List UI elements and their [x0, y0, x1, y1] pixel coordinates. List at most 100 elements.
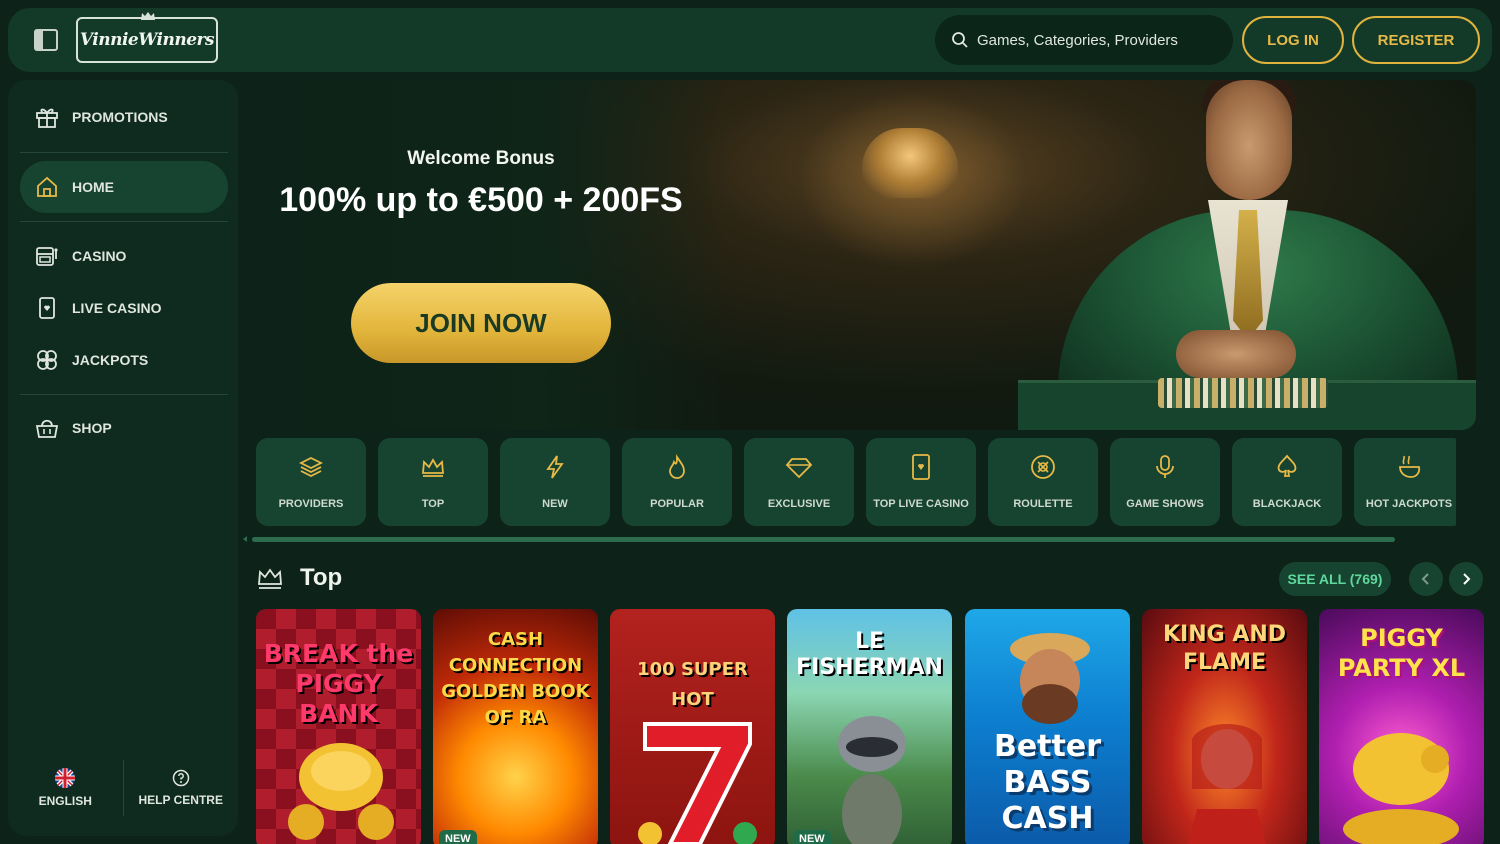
language-selector[interactable]: ENGLISH — [8, 740, 123, 836]
next-arrow-button[interactable] — [1449, 562, 1483, 596]
flame-icon — [663, 453, 691, 481]
gift-icon — [34, 104, 60, 130]
sidebar-item-casino[interactable]: CASINO — [20, 230, 228, 282]
slot-machine-icon — [34, 243, 60, 269]
game-title: PIGGY PARTY XL — [1337, 624, 1466, 682]
roulette-icon — [1029, 453, 1057, 481]
join-now-button[interactable]: JOIN NOW — [351, 283, 611, 363]
sidebar-footer: ENGLISH HELP CENTRE — [8, 740, 238, 836]
lamp-image — [862, 128, 958, 198]
lightning-icon — [541, 453, 569, 481]
category-label: BLACKJACK — [1252, 497, 1322, 510]
hero-subtitle: Welcome Bonus — [407, 148, 555, 169]
category-popular[interactable]: POPULAR — [622, 438, 732, 526]
clover-icon — [34, 347, 60, 373]
crown-icon — [258, 568, 282, 589]
scroll-left-arrow[interactable] — [243, 536, 247, 542]
game-title: Better BASS CASH — [993, 729, 1102, 836]
chevron-left-icon — [1421, 573, 1429, 585]
dealer-head — [1206, 80, 1292, 200]
game-tile[interactable]: 100 SUPER HOT — [610, 609, 775, 844]
game-title: 100 SUPER HOT — [637, 659, 748, 710]
sidebar-item-promotions[interactable]: PROMOTIONS — [20, 91, 228, 143]
site-logo[interactable]: VinnieWinners — [76, 12, 218, 63]
category-label: TOP LIVE CASINO — [873, 497, 969, 510]
category-strip: PROVIDERS TOP NEW POPULAR EXCLUSIVE TOP … — [256, 430, 1456, 530]
dealer-hands — [1176, 330, 1296, 378]
crown-icon — [419, 453, 447, 481]
category-scrollbar[interactable] — [252, 537, 1395, 542]
new-badge: NEW — [793, 830, 831, 844]
help-icon — [172, 769, 189, 787]
sidebar-item-label: LIVE CASINO — [72, 300, 162, 316]
microphone-icon — [1151, 453, 1179, 481]
category-blackjack[interactable]: BLACKJACK — [1232, 438, 1342, 526]
divider — [20, 152, 228, 153]
card-icon — [34, 295, 60, 321]
sidebar: PROMOTIONS HOME CASINO LIVE CASINO JACKP… — [8, 80, 238, 836]
help-centre-link[interactable]: HELP CENTRE — [124, 740, 239, 836]
game-tile[interactable]: LE FISHERMAN NEW — [787, 609, 952, 844]
game-tile[interactable]: KING AND FLAME — [1142, 609, 1307, 844]
search-box[interactable] — [935, 15, 1233, 65]
top-header: VinnieWinners LOG IN REGISTER — [8, 8, 1492, 72]
piggy-bank-image — [1343, 733, 1459, 844]
section-title: Top — [300, 564, 343, 591]
game-title: KING AND FLAME — [1162, 622, 1287, 675]
search-input[interactable] — [977, 31, 1217, 49]
home-icon — [34, 174, 60, 200]
sidebar-item-label: CASINO — [72, 248, 127, 264]
game-tile[interactable]: Better BASS CASH — [965, 609, 1130, 844]
category-label: PROVIDERS — [278, 497, 344, 510]
login-button[interactable]: LOG IN — [1242, 16, 1344, 64]
category-label: NEW — [542, 497, 568, 510]
hero-title: 100% up to €500 + 200FS — [279, 181, 683, 219]
category-label: EXCLUSIVE — [767, 497, 831, 510]
chevron-right-icon — [1463, 573, 1471, 585]
divider — [20, 221, 228, 222]
category-label: POPULAR — [650, 497, 704, 510]
game-tile[interactable]: BREAK the PIGGY BANK — [256, 609, 421, 844]
sidebar-item-label: PROMOTIONS — [72, 109, 168, 125]
card-icon — [907, 453, 935, 481]
category-new[interactable]: NEW — [500, 438, 610, 526]
sidebar-item-live-casino[interactable]: LIVE CASINO — [20, 282, 228, 334]
language-label: ENGLISH — [38, 794, 92, 808]
category-roulette[interactable]: ROULETTE — [988, 438, 1098, 526]
hero-overlay — [258, 80, 728, 430]
sidebar-toggle-icon[interactable] — [33, 28, 59, 52]
new-badge: NEW — [439, 830, 477, 844]
raccoon-image — [838, 716, 906, 844]
sidebar-item-home[interactable]: HOME — [20, 161, 228, 213]
divider — [20, 394, 228, 395]
category-exclusive[interactable]: EXCLUSIVE — [744, 438, 854, 526]
game-tile[interactable]: PIGGY PARTY XL — [1319, 609, 1484, 844]
lucky-seven-image — [638, 722, 757, 844]
sidebar-item-shop[interactable]: SHOP — [20, 402, 228, 454]
basket-icon — [34, 415, 60, 441]
golden-piggy-image — [288, 743, 394, 840]
fisherman-image — [1010, 633, 1090, 724]
category-hot-jackpots[interactable]: HOT JACKPOTS — [1354, 438, 1456, 526]
register-button[interactable]: REGISTER — [1352, 16, 1480, 64]
category-label: TOP — [421, 497, 445, 510]
game-title: BREAK the PIGGY BANK — [263, 639, 414, 728]
sidebar-item-label: JACKPOTS — [72, 352, 149, 368]
prev-arrow-button[interactable] — [1409, 562, 1443, 596]
game-tile[interactable]: CASH CONNECTION GOLDEN BOOK OF RA NEW — [433, 609, 598, 844]
sidebar-item-jackpots[interactable]: JACKPOTS — [20, 334, 228, 386]
help-centre-label: HELP CENTRE — [138, 793, 223, 807]
search-icon — [952, 32, 968, 48]
game-title: CASH CONNECTION GOLDEN BOOK OF RA — [441, 629, 590, 728]
sidebar-item-label: HOME — [72, 179, 114, 195]
category-top-live-casino[interactable]: TOP LIVE CASINO — [866, 438, 976, 526]
category-providers[interactable]: PROVIDERS — [256, 438, 366, 526]
game-title: LE FISHERMAN — [796, 629, 943, 680]
category-top[interactable]: TOP — [378, 438, 488, 526]
layers-icon — [297, 453, 325, 481]
diamond-icon — [785, 453, 813, 481]
category-label: ROULETTE — [1013, 497, 1073, 510]
category-label: HOT JACKPOTS — [1365, 497, 1453, 510]
see-all-button[interactable]: SEE ALL (769) — [1279, 562, 1391, 596]
category-game-shows[interactable]: GAME SHOWS — [1110, 438, 1220, 526]
